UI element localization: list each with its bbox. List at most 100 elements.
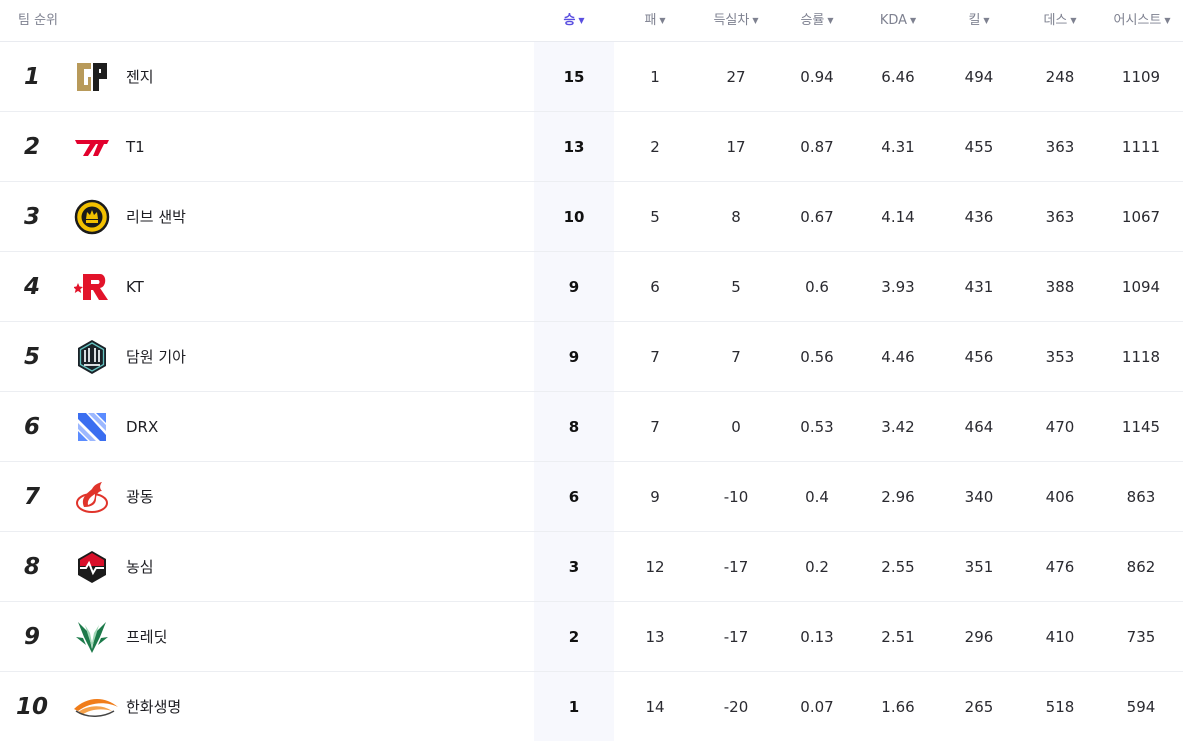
- header-label: 득실차: [713, 13, 750, 28]
- losses-cell: 7: [650, 418, 660, 436]
- table-row[interactable]: 6 DRX 8 7 0 0.53 3.42 464 470 1145: [0, 392, 1183, 462]
- rank-number: 1: [23, 64, 40, 90]
- point-diff-cell: 0: [731, 418, 741, 436]
- table-header: 팀 순위 승 ▼ 패 ▼ 득실차 ▼ 승률 ▼ KDA ▼ 킬 ▼ 데스 ▼ 어시스트 ▼: [0, 0, 1183, 42]
- point-diff-cell: 5: [731, 278, 741, 296]
- table-row[interactable]: 5 담원 기아 9 7 7 0.56 4.46 456 353 1118: [0, 322, 1183, 392]
- rank-number: 7: [23, 484, 40, 510]
- win-rate-cell: 0.94: [800, 68, 834, 86]
- table-row[interactable]: 10 한화생명 1 14 -20 0.07 1.66 265 518 594: [0, 672, 1183, 741]
- kda-cell: 2.51: [881, 628, 915, 646]
- header-label: 데스: [1043, 13, 1068, 28]
- win-rate-cell: 0.4: [805, 488, 829, 506]
- wins-cell: 9: [568, 348, 580, 366]
- win-rate-cell: 0.6: [805, 278, 829, 296]
- team-name: 한화생명: [126, 698, 182, 716]
- rank-number: 3: [23, 204, 40, 230]
- standings-table: 팀 순위 승 ▼ 패 ▼ 득실차 ▼ 승률 ▼ KDA ▼ 킬 ▼ 데스 ▼ 어시스트 ▼ 1젠…: [0, 0, 1183, 741]
- sort-losses-button[interactable]: 패 ▼: [615, 0, 695, 42]
- losses-cell: 13: [645, 628, 665, 646]
- kills-cell: 351: [964, 558, 994, 576]
- kills-cell: 456: [964, 348, 994, 366]
- point-diff-cell: 27: [726, 68, 746, 86]
- table-row[interactable]: 8 농심 3 12 -17 0.2 2.55 351 476 862: [0, 532, 1183, 602]
- deaths-cell: 388: [1045, 278, 1075, 296]
- geng-logo-icon: [74, 59, 110, 95]
- kda-cell: 1.66: [881, 698, 915, 716]
- deaths-cell: 353: [1045, 348, 1075, 366]
- point-diff-cell: 17: [726, 138, 746, 156]
- rank-number: 10: [15, 694, 48, 720]
- assists-cell: 1109: [1121, 68, 1161, 86]
- sort-wins-button[interactable]: 승 ▼: [534, 0, 614, 42]
- assists-cell: 1111: [1121, 138, 1161, 156]
- kills-cell: 431: [964, 278, 994, 296]
- team-name: KT: [126, 278, 144, 296]
- wins-cell: 6: [568, 488, 580, 506]
- kda-cell: 3.42: [881, 418, 915, 436]
- kda-cell: 4.31: [881, 138, 915, 156]
- sort-kills-button[interactable]: 킬 ▼: [939, 0, 1019, 42]
- win-rate-cell: 0.67: [800, 208, 834, 226]
- header-label: 어시스트: [1113, 13, 1162, 28]
- deaths-cell: 476: [1045, 558, 1075, 576]
- dwg-kia-logo-icon: [74, 339, 110, 375]
- losses-cell: 9: [650, 488, 660, 506]
- deaths-cell: 406: [1045, 488, 1075, 506]
- caret-down-icon: ▼: [1164, 16, 1171, 25]
- kda-cell: 4.14: [881, 208, 915, 226]
- table-row[interactable]: 2 T1 13 2 17 0.87 4.31 455 363 1111: [0, 112, 1183, 182]
- losses-cell: 14: [645, 698, 665, 716]
- caret-down-icon: ▼: [1070, 16, 1077, 25]
- wins-cell: 2: [568, 628, 580, 646]
- assists-cell: 594: [1126, 698, 1156, 716]
- point-diff-cell: -20: [723, 698, 749, 716]
- wins-cell: 8: [568, 418, 580, 436]
- losses-cell: 1: [650, 68, 660, 86]
- header-label: 승률: [800, 13, 825, 28]
- header-team-rank: 팀 순위: [18, 13, 59, 28]
- rank-number: 5: [23, 344, 40, 370]
- table-row[interactable]: 1 젠지 15 1 27 0.94 6.46 494 248 1109: [0, 42, 1183, 112]
- sort-win-rate-button[interactable]: 승률 ▼: [777, 0, 857, 42]
- sort-kda-button[interactable]: KDA ▼: [858, 0, 938, 42]
- assists-cell: 1067: [1121, 208, 1161, 226]
- team-name: 젠지: [126, 68, 154, 86]
- table-row[interactable]: 4 KT 9 6 5 0.6 3.93 431 388 1094: [0, 252, 1183, 322]
- kda-cell: 3.93: [881, 278, 915, 296]
- kills-cell: 464: [964, 418, 994, 436]
- deaths-cell: 248: [1045, 68, 1075, 86]
- win-rate-cell: 0.53: [800, 418, 834, 436]
- win-rate-cell: 0.13: [800, 628, 834, 646]
- deaths-cell: 470: [1045, 418, 1075, 436]
- win-rate-cell: 0.07: [800, 698, 834, 716]
- caret-down-icon: ▼: [983, 16, 990, 25]
- assists-cell: 1118: [1121, 348, 1161, 366]
- point-diff-cell: -10: [723, 488, 749, 506]
- losses-cell: 12: [645, 558, 665, 576]
- team-name: T1: [126, 138, 145, 156]
- deaths-cell: 363: [1045, 208, 1075, 226]
- table-row[interactable]: 7 광동 6 9 -10 0.4 2.96 340 406 863: [0, 462, 1183, 532]
- rank-number: 4: [23, 274, 40, 300]
- kda-cell: 2.96: [881, 488, 915, 506]
- t1-logo-icon: [74, 129, 110, 165]
- assists-cell: 735: [1126, 628, 1156, 646]
- sort-point-diff-button[interactable]: 득실차 ▼: [696, 0, 776, 42]
- kda-cell: 4.46: [881, 348, 915, 366]
- assists-cell: 863: [1126, 488, 1156, 506]
- nongshim-logo-icon: [74, 549, 110, 585]
- losses-cell: 7: [650, 348, 660, 366]
- wins-cell: 15: [563, 68, 585, 86]
- table-row[interactable]: 3 리브 샌박 10 5 8 0.67 4.14 436 363 1067: [0, 182, 1183, 252]
- kills-cell: 340: [964, 488, 994, 506]
- point-diff-cell: 7: [731, 348, 741, 366]
- kills-cell: 494: [964, 68, 994, 86]
- sort-assists-button[interactable]: 어시스트 ▼: [1101, 0, 1183, 42]
- header-label: 패: [644, 13, 657, 28]
- wins-cell: 10: [563, 208, 585, 226]
- point-diff-cell: 8: [731, 208, 741, 226]
- table-row[interactable]: 9 프레딧 2 13 -17 0.13 2.51 296 410 735: [0, 602, 1183, 672]
- wins-cell: 3: [568, 558, 580, 576]
- sort-deaths-button[interactable]: 데스 ▼: [1020, 0, 1100, 42]
